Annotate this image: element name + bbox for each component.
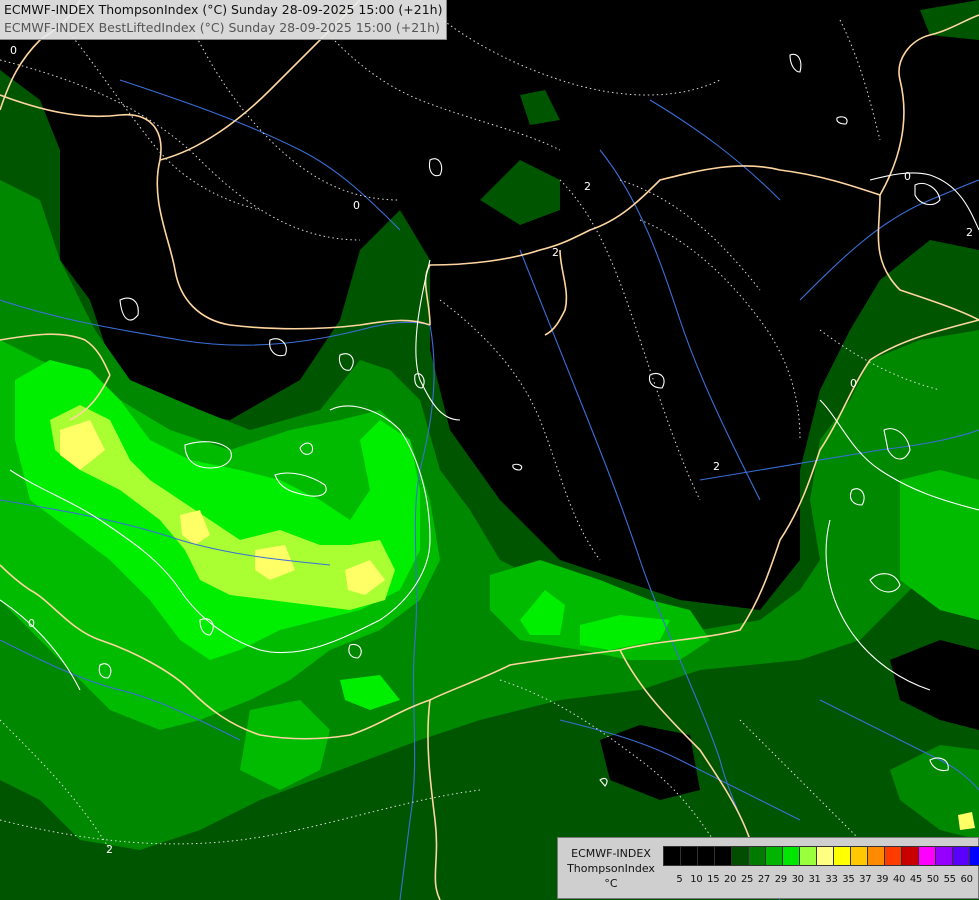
legend-swatch: [698, 847, 715, 865]
legend-tick-label: 60: [960, 874, 973, 885]
contour-label: 2: [106, 843, 113, 856]
legend-tick-label: 30: [791, 874, 804, 885]
legend-tick-label: 5: [676, 874, 683, 885]
legend-swatch: [732, 847, 749, 865]
legend-tick-labels: 5 10 15 20 25 27 29 30 31 33 35 37 39 40 45 50 55 60: [671, 874, 975, 885]
legend-swatch: [749, 847, 766, 865]
legend-swatch: [953, 847, 970, 865]
legend-swatch: [800, 847, 817, 865]
legend-unit: °C: [604, 877, 618, 890]
contour-label: 2: [584, 180, 591, 193]
legend-tick-label: 15: [707, 874, 720, 885]
contour-label: 0: [353, 199, 360, 212]
legend-swatch: [851, 847, 868, 865]
legend-swatch: [715, 847, 732, 865]
contour-label: 2: [713, 460, 720, 473]
legend-swatch: [885, 847, 902, 865]
legend-tick-label: 37: [859, 874, 872, 885]
legend-swatch: [681, 847, 698, 865]
contour-label: 2: [966, 226, 973, 239]
legend-swatch: [970, 847, 979, 865]
legend-tick-label: 20: [724, 874, 737, 885]
legend-swatch: [834, 847, 851, 865]
legend-tick-label: 25: [740, 874, 754, 885]
legend-swatch: [919, 847, 936, 865]
contour-label: 0: [850, 377, 857, 390]
contour-label: 2: [552, 246, 559, 259]
color-legend: ECMWF-INDEX ThompsonIndex °C 5 10 15 20 25 27…: [557, 837, 979, 899]
contour-label: 0: [10, 44, 17, 57]
map-title-box: ECMWF-INDEX ThompsonIndex (°C) Sunday 28…: [0, 0, 448, 40]
legend-tick-label: 45: [909, 874, 922, 885]
legend-swatch: [766, 847, 783, 865]
legend-color-bar: [663, 846, 979, 866]
legend-swatch: [868, 847, 885, 865]
legend-swatch: [817, 847, 834, 865]
legend-tick-label: 40: [892, 874, 906, 885]
legend-swatch: [902, 847, 919, 865]
map-title-primary: ECMWF-INDEX ThompsonIndex (°C) Sunday 28…: [4, 2, 443, 17]
legend-swatch: [783, 847, 800, 865]
legend-swatch: [936, 847, 953, 865]
weather-map: 0 0 2 2 2 0 0 2 0 2: [0, 0, 979, 900]
legend-source: ECMWF-INDEX: [571, 847, 651, 860]
legend-swatch: [664, 847, 681, 865]
legend-tick-label: 33: [825, 874, 838, 885]
legend-tick-label: 29: [774, 874, 787, 885]
legend-parameter: ThompsonIndex: [567, 862, 655, 875]
legend-tick-label: 50: [926, 874, 939, 885]
legend-tick-label: 35: [842, 874, 855, 885]
contour-label: 0: [28, 617, 35, 630]
contour-label: 0: [904, 170, 911, 183]
legend-tick-label: 31: [808, 874, 821, 885]
legend-tick-label: 10: [690, 874, 703, 885]
legend-tick-label: 55: [943, 874, 956, 885]
legend-tick-label: 27: [757, 874, 770, 885]
legend-tick-label: 39: [876, 874, 889, 885]
legend-title: ECMWF-INDEX ThompsonIndex °C: [562, 846, 660, 891]
map-title-secondary: ECMWF-INDEX BestLiftedIndex (°C) Sunday …: [4, 20, 440, 35]
